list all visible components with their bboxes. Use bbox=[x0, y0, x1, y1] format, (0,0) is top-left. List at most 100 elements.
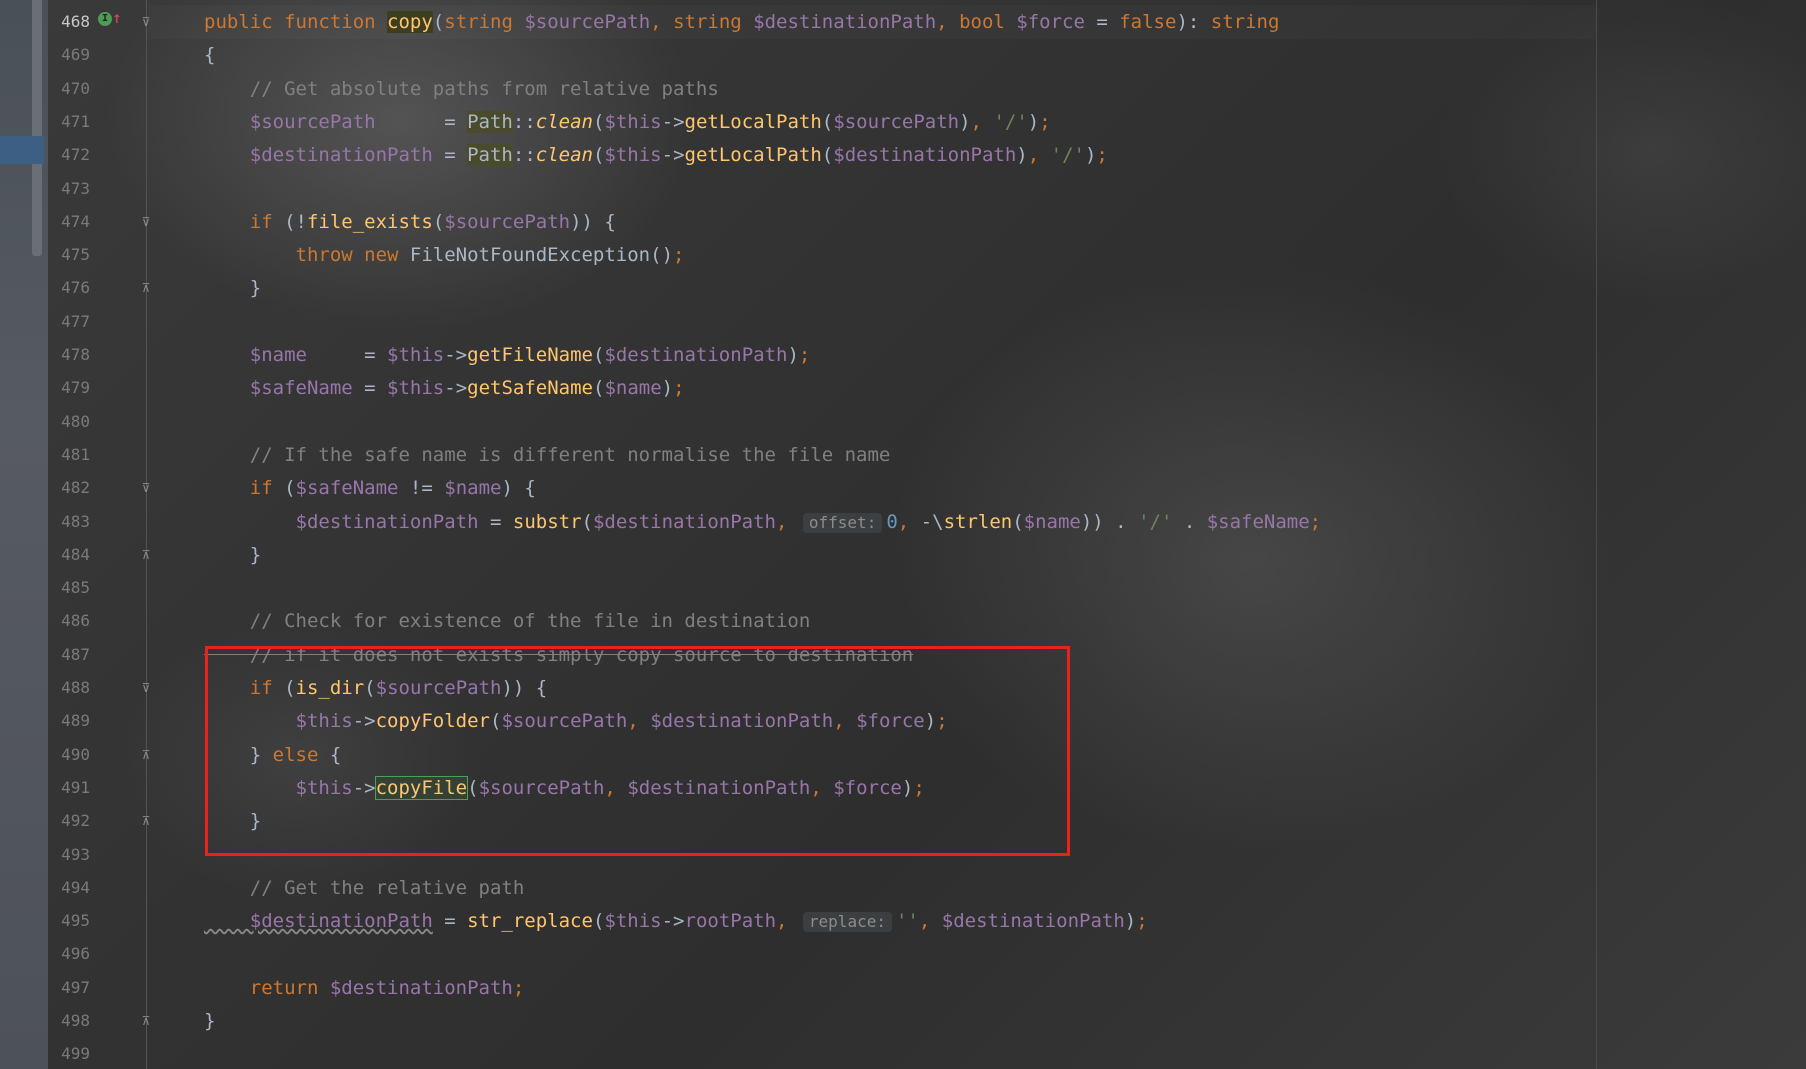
line-number[interactable]: 477 bbox=[48, 312, 90, 332]
line-number[interactable]: 482 bbox=[48, 478, 90, 498]
line-number[interactable]: 481 bbox=[48, 445, 90, 465]
fold-collapse-icon[interactable]: ⊽ bbox=[140, 215, 152, 229]
fold-end-icon[interactable]: ⊼ bbox=[140, 281, 152, 295]
code-line[interactable]: return $destinationPath; bbox=[204, 976, 525, 1011]
line-number[interactable]: 486 bbox=[48, 611, 90, 631]
code-token: $safeName bbox=[1206, 510, 1310, 533]
code-token: ( bbox=[592, 144, 605, 167]
code-token: -> bbox=[661, 110, 685, 133]
code-token: ( bbox=[1012, 510, 1024, 533]
line-number[interactable]: 471 bbox=[48, 112, 90, 132]
annotation-highlight-box bbox=[205, 646, 1070, 856]
code-token: ; bbox=[673, 244, 685, 267]
code-line[interactable]: $safeName = $this->getSafeName($name); bbox=[204, 378, 685, 411]
code-line[interactable]: { bbox=[204, 45, 215, 78]
line-number[interactable]: 472 bbox=[48, 145, 90, 165]
line-number[interactable]: 479 bbox=[48, 378, 90, 398]
code-token: ): bbox=[1176, 11, 1211, 33]
line-number[interactable]: 483 bbox=[48, 512, 90, 532]
line-number[interactable]: 496 bbox=[48, 944, 90, 964]
code-token: ) bbox=[1124, 910, 1137, 933]
fold-end-icon[interactable]: ⊼ bbox=[140, 748, 152, 762]
line-number[interactable]: 497 bbox=[48, 978, 90, 998]
code-line[interactable]: // If the safe name is different normali… bbox=[204, 445, 891, 478]
code-token: // Check for existence of the file in de… bbox=[204, 610, 811, 633]
code-line[interactable]: if ($safeName != $name) { bbox=[204, 478, 536, 511]
code-line[interactable]: $destinationPath = Path::clean($this->ge… bbox=[204, 144, 1108, 178]
fold-end-icon[interactable]: ⊼ bbox=[140, 1014, 152, 1028]
line-number[interactable]: 470 bbox=[48, 79, 90, 99]
line-number[interactable]: 474 bbox=[48, 212, 90, 232]
line-number[interactable]: 480 bbox=[48, 412, 90, 432]
line-number[interactable]: 498 bbox=[48, 1011, 90, 1031]
code-token: $destinationPath bbox=[204, 144, 433, 167]
code-token: , bbox=[776, 910, 799, 933]
line-number[interactable]: 468 bbox=[48, 12, 90, 32]
code-token: -> bbox=[444, 344, 468, 366]
code-token: getFileName bbox=[467, 344, 593, 366]
code-line[interactable]: } bbox=[204, 1011, 215, 1044]
code-token: // Get absolute paths from relative path… bbox=[204, 77, 719, 100]
line-number[interactable]: 494 bbox=[48, 878, 90, 898]
code-token: ; bbox=[1096, 144, 1108, 167]
code-token: ; bbox=[1309, 510, 1322, 533]
code-token: return bbox=[204, 976, 330, 999]
line-number[interactable]: 490 bbox=[48, 745, 90, 765]
line-number[interactable]: 488 bbox=[48, 678, 90, 698]
code-line[interactable]: // Get the relative path bbox=[204, 878, 525, 911]
code-line[interactable]: // Check for existence of the file in de… bbox=[204, 610, 811, 644]
fold-end-icon[interactable]: ⊼ bbox=[140, 548, 152, 562]
line-number[interactable]: 484 bbox=[48, 545, 90, 565]
line-number[interactable]: 491 bbox=[48, 778, 90, 798]
code-token: false bbox=[1119, 11, 1177, 33]
code-token: getLocalPath bbox=[684, 110, 822, 133]
line-number[interactable]: 487 bbox=[48, 645, 90, 665]
line-number[interactable]: 476 bbox=[48, 278, 90, 298]
code-token: = bbox=[432, 910, 468, 933]
line-number[interactable]: 495 bbox=[48, 911, 90, 931]
go-to-interface-arrow-icon[interactable]: ↑ bbox=[112, 9, 122, 27]
gutter-divider bbox=[146, 0, 147, 1069]
code-line[interactable]: $destinationPath = str_replace($this->ro… bbox=[204, 911, 1148, 944]
code-token: . bbox=[1172, 510, 1207, 533]
implements-method-icon[interactable]: I bbox=[98, 12, 112, 26]
line-number[interactable]: 485 bbox=[48, 578, 90, 598]
code-editor[interactable]: I ↑ 468 469 470 471 472 473 474 475 476 477 478 479… bbox=[0, 0, 1806, 1069]
code-token: $destinationPath bbox=[329, 976, 513, 999]
code-token: -> bbox=[444, 377, 468, 400]
line-number[interactable]: 499 bbox=[48, 1044, 90, 1064]
code-line[interactable]: throw new FileNotFoundException(); bbox=[204, 244, 685, 278]
line-number[interactable]: 489 bbox=[48, 711, 90, 731]
line-number[interactable]: 492 bbox=[48, 811, 90, 831]
scrollbar-thumb[interactable] bbox=[32, 0, 42, 256]
code-token: '' bbox=[895, 910, 919, 933]
fold-collapse-icon[interactable]: ⊽ bbox=[140, 15, 152, 29]
line-number[interactable]: 478 bbox=[48, 345, 90, 365]
code-line[interactable]: // Get absolute paths from relative path… bbox=[204, 79, 719, 112]
line-number[interactable]: 475 bbox=[48, 245, 90, 265]
fold-collapse-icon[interactable]: ⊽ bbox=[140, 681, 152, 695]
code-token: -> bbox=[661, 910, 685, 933]
code-line[interactable]: $destinationPath = substr($destinationPa… bbox=[204, 512, 1321, 545]
code-token: $force bbox=[1016, 11, 1085, 33]
fold-end-icon[interactable]: ⊼ bbox=[140, 814, 152, 828]
code-token: $destinationPath bbox=[753, 11, 937, 33]
code-token: $sourcePath bbox=[204, 110, 376, 133]
code-line[interactable]: if (!file_exists($sourcePath)) { bbox=[204, 212, 616, 245]
code-token: = bbox=[375, 110, 468, 133]
code-token: $destinationPath bbox=[941, 910, 1125, 933]
line-number[interactable]: 473 bbox=[48, 179, 90, 199]
code-token: strlen bbox=[943, 510, 1013, 533]
code-token: $this bbox=[387, 344, 445, 366]
code-line[interactable]: $name = $this->getFileName($destinationP… bbox=[204, 344, 811, 378]
line-number[interactable]: 493 bbox=[48, 845, 90, 865]
code-line[interactable]: $sourcePath = Path::clean($this->getLoca… bbox=[204, 110, 1051, 145]
code-token: ( bbox=[432, 210, 445, 233]
line-number[interactable]: 469 bbox=[48, 45, 90, 65]
code-token: != bbox=[398, 477, 445, 500]
code-line[interactable]: public function copy(string $sourcePath,… bbox=[204, 11, 1279, 45]
code-token: ( bbox=[581, 510, 593, 533]
fold-collapse-icon[interactable]: ⊽ bbox=[140, 481, 152, 495]
code-line[interactable]: } bbox=[204, 545, 261, 578]
code-line[interactable]: } bbox=[204, 278, 261, 311]
